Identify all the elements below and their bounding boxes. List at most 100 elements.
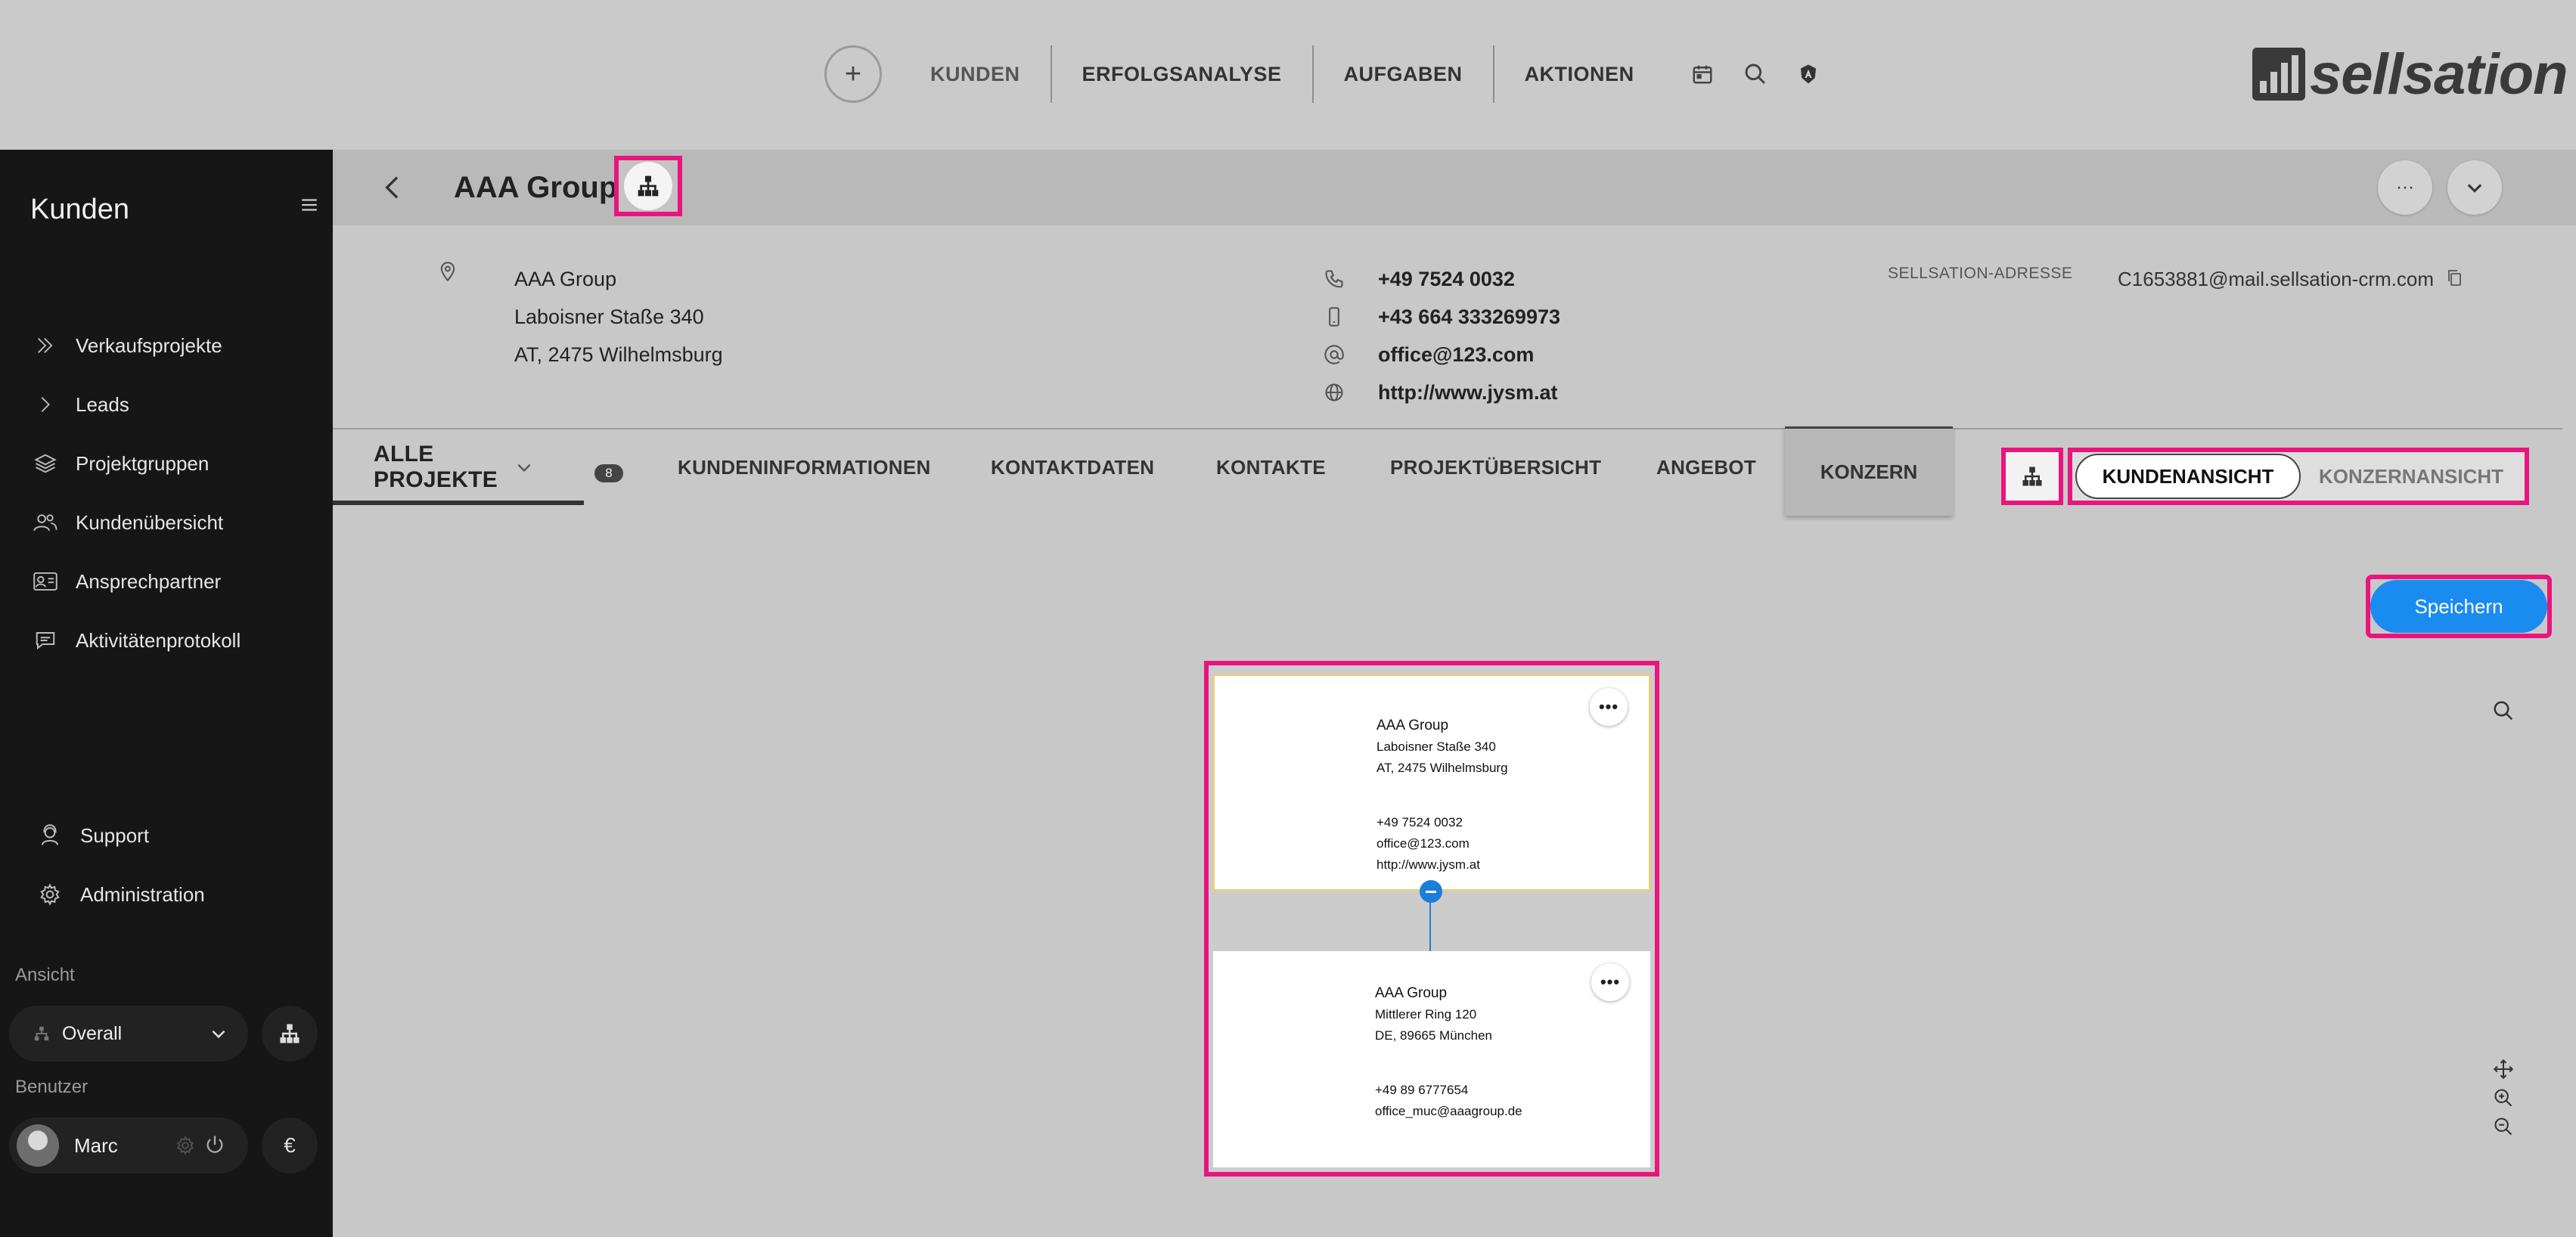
add-button[interactable]: + (824, 45, 882, 103)
card-menu-button[interactable]: ••• (1591, 963, 1629, 1001)
contact-details: +49 7524 0032 +43 664 333269973 office@1… (1378, 260, 1560, 411)
nav-aktionen[interactable]: AKTIONEN (1494, 45, 1665, 103)
tab-kontaktdaten[interactable]: KONTAKTDATEN (991, 429, 1154, 505)
customer-header: AAA Group ··· (333, 150, 2576, 225)
org-chart-button[interactable] (614, 156, 682, 216)
copy-icon[interactable] (2445, 262, 2463, 299)
sidebar-item-verkaufsprojekte[interactable]: Verkaufsprojekte (30, 316, 241, 375)
org-card-parent[interactable]: AAA Group Laboisner Staße 340 AT, 2475 W… (1213, 674, 1650, 891)
user-gear-icon[interactable] (175, 1136, 195, 1155)
contact-icons (1324, 260, 1345, 411)
user-pill[interactable]: Marc (9, 1118, 248, 1173)
chevron-down-icon[interactable] (514, 457, 534, 477)
card-email: office_muc@aaagroup.de (1375, 1104, 1522, 1118)
tab-projektuebersicht[interactable]: PROJEKTÜBERSICHT (1390, 429, 1601, 505)
org-view-button[interactable] (2001, 448, 2063, 505)
card-street: Laboisner Staße 340 (1376, 739, 1496, 754)
toggle-konzernansicht[interactable]: KONZERNANSICHT (2301, 454, 2522, 499)
card-phone: +49 7524 0032 (1376, 815, 1463, 829)
card-street: Mittlerer Ring 120 (1375, 1007, 1477, 1022)
back-arrow-icon[interactable] (378, 171, 408, 208)
chevron-right-icon (30, 389, 61, 420)
sidebar-list: Verkaufsprojekte Leads Projektgruppen Ku… (30, 316, 241, 670)
sidebar-item-ansprechpartner[interactable]: Ansprechpartner (30, 552, 241, 611)
phone-value[interactable]: +49 7524 0032 (1378, 260, 1560, 298)
sidebar-title: Kunden (30, 194, 130, 225)
address-line: Laboisner Staße 340 (514, 305, 704, 328)
sellsation-address-label: SELLSATION-ADRESSE (1888, 265, 2073, 282)
support-icon (35, 820, 65, 851)
card-email: office@123.com (1376, 836, 1470, 851)
expand-button[interactable] (2447, 160, 2502, 215)
mobile-value[interactable]: +43 664 333269973 (1378, 298, 1560, 336)
user-name: Marc (74, 1133, 118, 1157)
user-label: Benutzer (15, 1077, 88, 1097)
active-tab-underline (333, 501, 584, 505)
move-icon[interactable] (2490, 1056, 2517, 1083)
nav-kunden[interactable]: KUNDEN (900, 45, 1052, 103)
collapse-node-icon[interactable] (1420, 880, 1442, 903)
tab-konzern[interactable]: KONZERN (1785, 426, 1953, 516)
search-icon[interactable] (1740, 59, 1771, 89)
sidebar-item-label: Support (80, 823, 150, 847)
users-icon (30, 507, 61, 538)
card-name: AAA Group (1375, 985, 1448, 1001)
sidebar-item-label: Ansprechpartner (76, 569, 222, 593)
tab-label: ALLE PROJEKTE (374, 442, 498, 492)
sidebar-item-kundenuebersicht[interactable]: Kundenübersicht (30, 493, 241, 552)
view-select-value: Overall (62, 1022, 123, 1044)
sidebar-item-aktivitaetenprotokoll[interactable]: Aktivitätenprotokoll (30, 611, 241, 670)
shield-icon[interactable] (1793, 59, 1823, 89)
comment-icon (30, 625, 61, 656)
hamburger-menu-icon[interactable] (299, 195, 319, 219)
card-name: AAA Group (1376, 718, 1449, 733)
page-title: AAA Group (454, 171, 618, 204)
card-address: AAA Group Laboisner Staße 340 AT, 2475 W… (1376, 715, 1508, 779)
sellsation-address-text: C1653881@mail.sellsation-crm.com (2118, 268, 2434, 290)
sidebar-item-label: Verkaufsprojekte (76, 333, 222, 357)
double-chevron-icon (30, 330, 61, 361)
email-value[interactable]: office@123.com (1378, 336, 1560, 374)
nav-erfolgsanalyse[interactable]: ERFOLGSANALYSE (1052, 45, 1314, 103)
zoom-out-icon[interactable] (2490, 1113, 2517, 1140)
sidebar-item-support[interactable]: Support (35, 806, 205, 865)
project-count-badge: 8 (594, 464, 623, 482)
power-icon[interactable] (204, 1134, 225, 1155)
org-small-icon (33, 1025, 50, 1042)
card-address: AAA Group Mittlerer Ring 120 DE, 89665 M… (1375, 983, 1492, 1046)
save-button[interactable]: Speichern (2370, 580, 2547, 633)
sidebar-item-projektgruppen[interactable]: Projektgruppen (30, 434, 241, 493)
card-contact: +49 89 6777654 office_muc@aaagroup.de (1375, 1080, 1522, 1122)
sidebar-item-label: Administration (80, 882, 205, 906)
toggle-kundenansicht[interactable]: KUNDENANSICHT (2075, 454, 2301, 499)
tab-kundeninformationen[interactable]: KUNDENINFORMATIONEN (678, 429, 931, 505)
nav-aufgaben[interactable]: AUFGABEN (1314, 45, 1494, 103)
logo-mark (2252, 48, 2305, 101)
chart-search-icon[interactable] (2488, 696, 2519, 726)
mobile-icon (1324, 298, 1345, 336)
view-select[interactable]: Overall (9, 1006, 248, 1062)
calendar-icon[interactable] (1687, 59, 1718, 89)
currency-button[interactable]: € (262, 1118, 318, 1173)
top-navigation-bar: + KUNDEN ERFOLGSANALYSE AUFGABEN AKTIONE… (0, 0, 2576, 150)
org-card-child[interactable]: AAA Group Mittlerer Ring 120 DE, 89665 M… (1213, 951, 1650, 1167)
more-options-button[interactable]: ··· (2378, 160, 2432, 215)
sidebar-org-chart-button[interactable] (262, 1006, 318, 1062)
sidebar-item-label: Projektgruppen (76, 451, 209, 475)
customer-address: AAA Group Laboisner Staße 340 AT, 2475 W… (514, 260, 723, 374)
website-value[interactable]: http://www.jysm.at (1378, 374, 1560, 411)
sidebar-item-leads[interactable]: Leads (30, 375, 241, 434)
at-icon (1324, 336, 1345, 374)
view-toggle: KUNDENANSICHT KONZERNANSICHT (2068, 448, 2529, 505)
sellsation-logo: sellsation (2252, 42, 2568, 107)
sidebar-item-administration[interactable]: Administration (35, 865, 205, 924)
card-menu-button[interactable]: ••• (1590, 688, 1628, 726)
tab-kontakte[interactable]: KONTAKTE (1216, 429, 1326, 505)
save-button-frame: Speichern (2366, 575, 2552, 638)
tab-angebot[interactable]: ANGEBOT (1656, 429, 1756, 505)
zoom-in-icon[interactable] (2490, 1084, 2517, 1111)
sidebar-item-label: Aktivitätenprotokoll (76, 628, 241, 652)
address-line: AT, 2475 Wilhelmsburg (514, 343, 723, 366)
tab-alle-projekte[interactable]: ALLE PROJEKTE (374, 429, 534, 505)
customer-info: AAA Group Laboisner Staße 340 AT, 2475 W… (333, 225, 2576, 429)
